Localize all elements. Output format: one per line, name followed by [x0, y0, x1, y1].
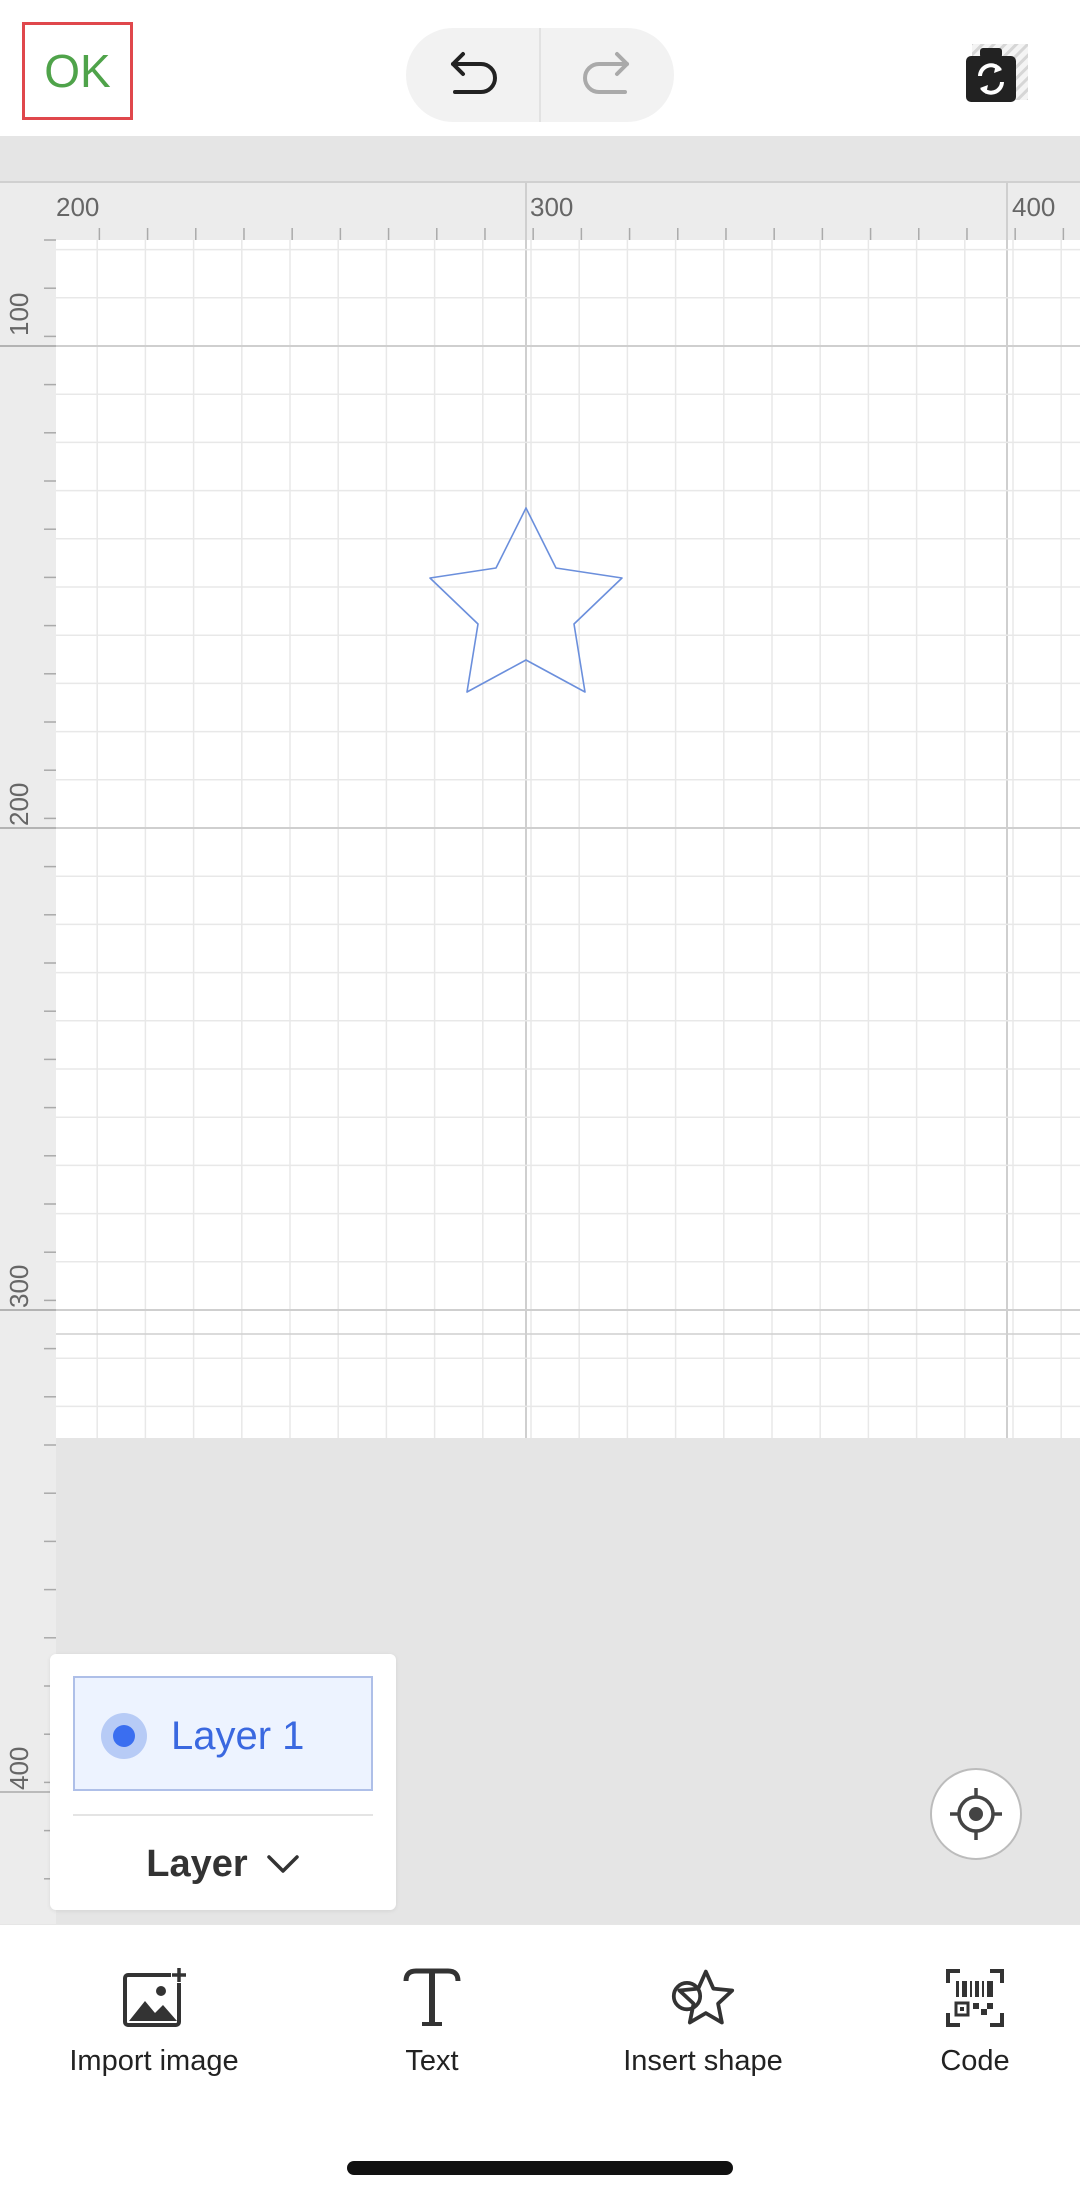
swap-canvas-button[interactable]	[962, 40, 1032, 110]
undo-redo-group	[406, 28, 674, 122]
vertical-ruler	[0, 182, 56, 1924]
insert-shape-button[interactable]: Insert shape	[583, 1965, 823, 2085]
text-icon	[403, 1968, 461, 2026]
layer-radio[interactable]	[101, 1713, 147, 1759]
locate-button[interactable]	[930, 1768, 1022, 1860]
import-image-label: Import image	[69, 2045, 239, 2077]
swap-canvas-icon	[966, 44, 1028, 102]
layer-dropdown-label: Layer	[146, 1842, 248, 1885]
redo-button[interactable]	[541, 28, 674, 122]
ruler-y-label-200: 200	[4, 783, 34, 826]
insert-shape-icon	[671, 1969, 735, 2025]
home-indicator	[347, 2161, 733, 2175]
undo-icon	[450, 52, 497, 94]
artboard[interactable]	[56, 240, 1080, 1438]
import-image-button[interactable]: Import image	[34, 1965, 274, 2085]
horizontal-ruler-ticks	[98, 228, 1065, 240]
code-label: Code	[940, 2045, 1010, 2077]
crosshair-icon	[950, 1788, 1002, 1840]
code-icon	[946, 1969, 1004, 2027]
ok-button[interactable]: OK	[22, 22, 133, 120]
layer-dropdown[interactable]: Layer	[50, 1826, 396, 1902]
panel-divider	[73, 1814, 373, 1816]
ruler-y-label-400: 400	[4, 1747, 34, 1790]
ruler-y-label-300: 300	[4, 1265, 34, 1308]
layer-item[interactable]: Layer 1	[73, 1676, 373, 1791]
layer-panel: Layer 1 Layer	[50, 1654, 396, 1910]
undo-button[interactable]	[406, 28, 539, 122]
bottom-toolbar: Import image Text Insert shape Code	[0, 1924, 1080, 2200]
top-bar: OK	[0, 0, 1080, 136]
chevron-down-icon	[266, 1855, 299, 1873]
import-image-icon	[123, 1967, 187, 2027]
ruler-x-label-300: 300	[530, 192, 573, 222]
code-button[interactable]: Code	[855, 1965, 1080, 2085]
insert-shape-label: Insert shape	[623, 2045, 783, 2077]
ruler-y-label-100: 100	[4, 293, 34, 336]
text-button[interactable]: Text	[312, 1965, 552, 2085]
ruler-x-label-200: 200	[56, 192, 99, 222]
layer-item-label: Layer 1	[171, 1714, 305, 1758]
ruler-x-label-400: 400	[1012, 192, 1055, 222]
layer-radio-dot	[113, 1725, 135, 1747]
text-label: Text	[405, 2045, 459, 2077]
redo-icon	[583, 52, 630, 94]
